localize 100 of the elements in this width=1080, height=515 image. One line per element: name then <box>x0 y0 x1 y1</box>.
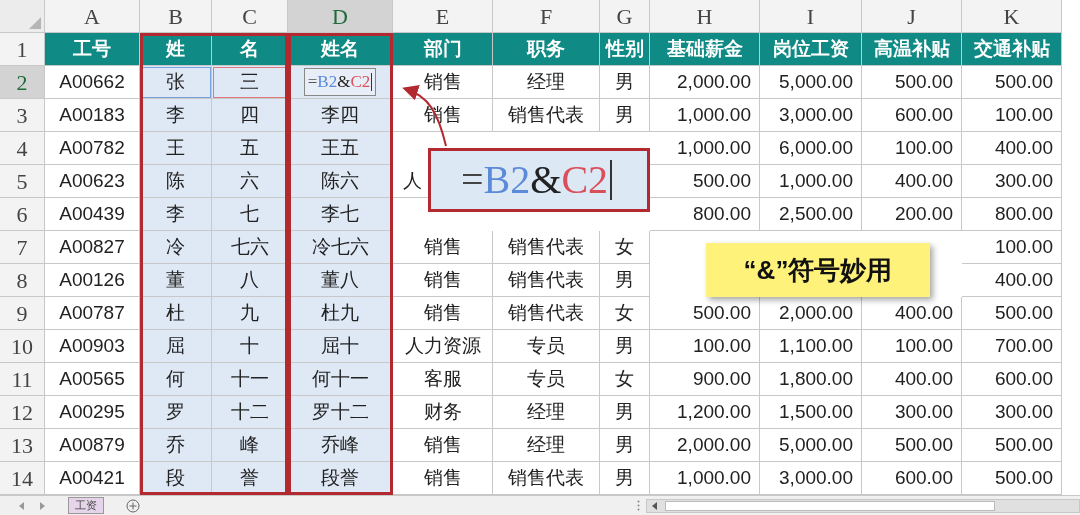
table-cell: 七六 <box>212 231 288 264</box>
table-cell: 李七 <box>288 198 393 231</box>
table-cell: 2,000.00 <box>650 66 760 99</box>
table-cell: 董 <box>140 264 212 297</box>
table-cell: 十二 <box>212 396 288 429</box>
table-cell: 300.00 <box>962 396 1062 429</box>
title-badge: “&”符号妙用 <box>706 243 930 297</box>
table-cell: 销售代表 <box>493 231 600 264</box>
row-number[interactable]: 4 <box>0 132 45 165</box>
table-cell: 杜九 <box>288 297 393 330</box>
table-cell: 1,000.00 <box>650 132 760 165</box>
add-sheet-icon[interactable] <box>126 498 140 513</box>
header-cell: 高温补贴 <box>862 33 962 66</box>
table-cell: 5,000.00 <box>760 429 862 462</box>
table-cell: 陈六 <box>288 165 393 198</box>
table-cell: 乔 <box>140 429 212 462</box>
table-cell: 1,000.00 <box>760 165 862 198</box>
table-cell: 八 <box>212 264 288 297</box>
table-cell: 销售 <box>393 66 493 99</box>
table-cell: A00879 <box>45 429 140 462</box>
table-cell: A00565 <box>45 363 140 396</box>
table-cell: 张 <box>140 66 212 99</box>
table-cell: 1,000.00 <box>650 99 760 132</box>
table-cell: A00126 <box>45 264 140 297</box>
header-cell: 职务 <box>493 33 600 66</box>
table-cell: 男 <box>600 429 650 462</box>
table-cell: A00295 <box>45 396 140 429</box>
column-header[interactable]: K <box>962 0 1062 33</box>
row-number[interactable]: 7 <box>0 231 45 264</box>
sheet-tab[interactable]: 工资 <box>68 497 104 514</box>
select-all-corner[interactable] <box>0 0 45 33</box>
row-number[interactable]: 9 <box>0 297 45 330</box>
row-number[interactable]: 8 <box>0 264 45 297</box>
row-number[interactable]: 12 <box>0 396 45 429</box>
table-cell: 600.00 <box>862 99 962 132</box>
table-cell: 1,500.00 <box>760 396 862 429</box>
row-number[interactable]: 14 <box>0 462 45 495</box>
splitter-icon[interactable] <box>637 500 640 511</box>
scroll-right-icon[interactable] <box>38 501 46 510</box>
table-cell: A00827 <box>45 231 140 264</box>
table-cell: 人力资源 <box>393 330 493 363</box>
column-header[interactable]: A <box>45 0 140 33</box>
table-cell: 四 <box>212 99 288 132</box>
table-cell: 100.00 <box>962 231 1062 264</box>
row-number[interactable]: 1 <box>0 33 45 66</box>
table-cell: 2,000.00 <box>760 297 862 330</box>
row-number[interactable]: 10 <box>0 330 45 363</box>
table-cell: 销售 <box>393 429 493 462</box>
table-cell: 2,500.00 <box>760 198 862 231</box>
table-cell: A00782 <box>45 132 140 165</box>
table-cell: 100.00 <box>650 330 760 363</box>
table-cell: 700.00 <box>962 330 1062 363</box>
column-header[interactable]: J <box>862 0 962 33</box>
table-cell: 罗 <box>140 396 212 429</box>
row-number[interactable]: 6 <box>0 198 45 231</box>
table-cell: 1,800.00 <box>760 363 862 396</box>
header-cell: 基础薪金 <box>650 33 760 66</box>
row-number[interactable]: 11 <box>0 363 45 396</box>
table-cell: 500.00 <box>650 165 760 198</box>
formula-cell[interactable]: =B2&C2 <box>288 66 393 99</box>
column-header[interactable]: E <box>393 0 493 33</box>
row-number[interactable]: 13 <box>0 429 45 462</box>
table-cell: 罗十二 <box>288 396 393 429</box>
row-number[interactable]: 5 <box>0 165 45 198</box>
table-cell: 十 <box>212 330 288 363</box>
table-cell: 1,100.00 <box>760 330 862 363</box>
text-cursor <box>371 73 373 91</box>
text-cursor <box>610 160 613 200</box>
table-cell: 600.00 <box>962 363 1062 396</box>
column-header[interactable]: F <box>493 0 600 33</box>
table-cell: 杜 <box>140 297 212 330</box>
scroll-left-icon[interactable] <box>18 501 26 510</box>
table-cell: 女 <box>600 297 650 330</box>
table-cell: 销售代表 <box>493 264 600 297</box>
table-cell: 400.00 <box>962 264 1062 297</box>
column-header[interactable]: D <box>288 0 393 33</box>
table-cell: 何十一 <box>288 363 393 396</box>
table-cell: 客服 <box>393 363 493 396</box>
header-cell: 交通补贴 <box>962 33 1062 66</box>
horizontal-scrollbar[interactable] <box>646 498 1080 513</box>
table-cell: 500.00 <box>862 429 962 462</box>
table-cell: 销售代表 <box>493 297 600 330</box>
table-cell: 500.00 <box>962 297 1062 330</box>
scrollbar-thumb[interactable] <box>665 500 995 511</box>
row-number[interactable]: 3 <box>0 99 45 132</box>
table-cell: 1,200.00 <box>650 396 760 429</box>
row-number[interactable]: 2 <box>0 66 45 99</box>
column-header[interactable]: B <box>140 0 212 33</box>
header-cell: 工号 <box>45 33 140 66</box>
table-cell: 销售 <box>393 297 493 330</box>
column-header[interactable]: I <box>760 0 862 33</box>
column-header[interactable]: H <box>650 0 760 33</box>
table-cell: 专员 <box>493 363 600 396</box>
column-header[interactable]: C <box>212 0 288 33</box>
table-cell: 李 <box>140 99 212 132</box>
table-cell: 销售 <box>393 264 493 297</box>
table-cell: 女 <box>600 363 650 396</box>
column-header[interactable]: G <box>600 0 650 33</box>
table-cell: A00421 <box>45 462 140 495</box>
table-cell: 3,000.00 <box>760 462 862 495</box>
